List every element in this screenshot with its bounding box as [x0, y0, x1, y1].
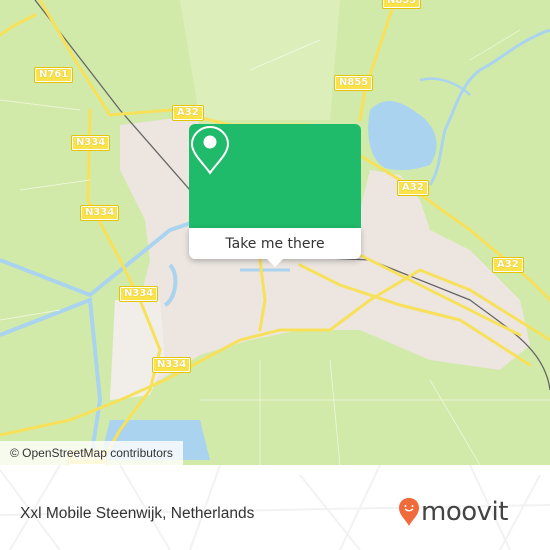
road-label-n334: N334: [151, 357, 192, 373]
road-label-a32: A32: [492, 257, 524, 273]
place-name: Xxl Mobile Steenwijk, Netherlands: [20, 505, 255, 522]
map-pin-icon: [190, 125, 230, 175]
road-label-a32: A32: [172, 105, 204, 121]
map-attribution[interactable]: © OpenStreetMap contributors: [0, 441, 183, 465]
road-label-n334: N334: [70, 135, 111, 151]
moovit-wordmark: moovit: [421, 497, 508, 527]
road-label-a32: A32: [397, 180, 429, 196]
moovit-pin-icon: [399, 498, 419, 526]
popup-arrow: [266, 258, 284, 267]
popup-header[interactable]: [189, 124, 361, 228]
footer: Xxl Mobile Steenwijk, Netherlands moovit: [0, 465, 550, 550]
road-label-n334: N334: [79, 205, 120, 221]
road-label-n334: N334: [118, 286, 159, 302]
take-me-there-button[interactable]: Take me there: [189, 228, 361, 259]
road-label-n855-top: N855: [381, 0, 422, 9]
take-me-there-label: Take me there: [225, 235, 325, 252]
forest-area: [180, 0, 340, 120]
map[interactable]: N761 A32 N855 N855 N334 N334 A32 N334 A3…: [0, 0, 550, 465]
destination-popup[interactable]: Take me there: [189, 124, 361, 267]
road-label-n855: N855: [333, 75, 374, 91]
road-label-n761: N761: [33, 67, 74, 83]
moovit-logo[interactable]: moovit: [398, 497, 508, 527]
